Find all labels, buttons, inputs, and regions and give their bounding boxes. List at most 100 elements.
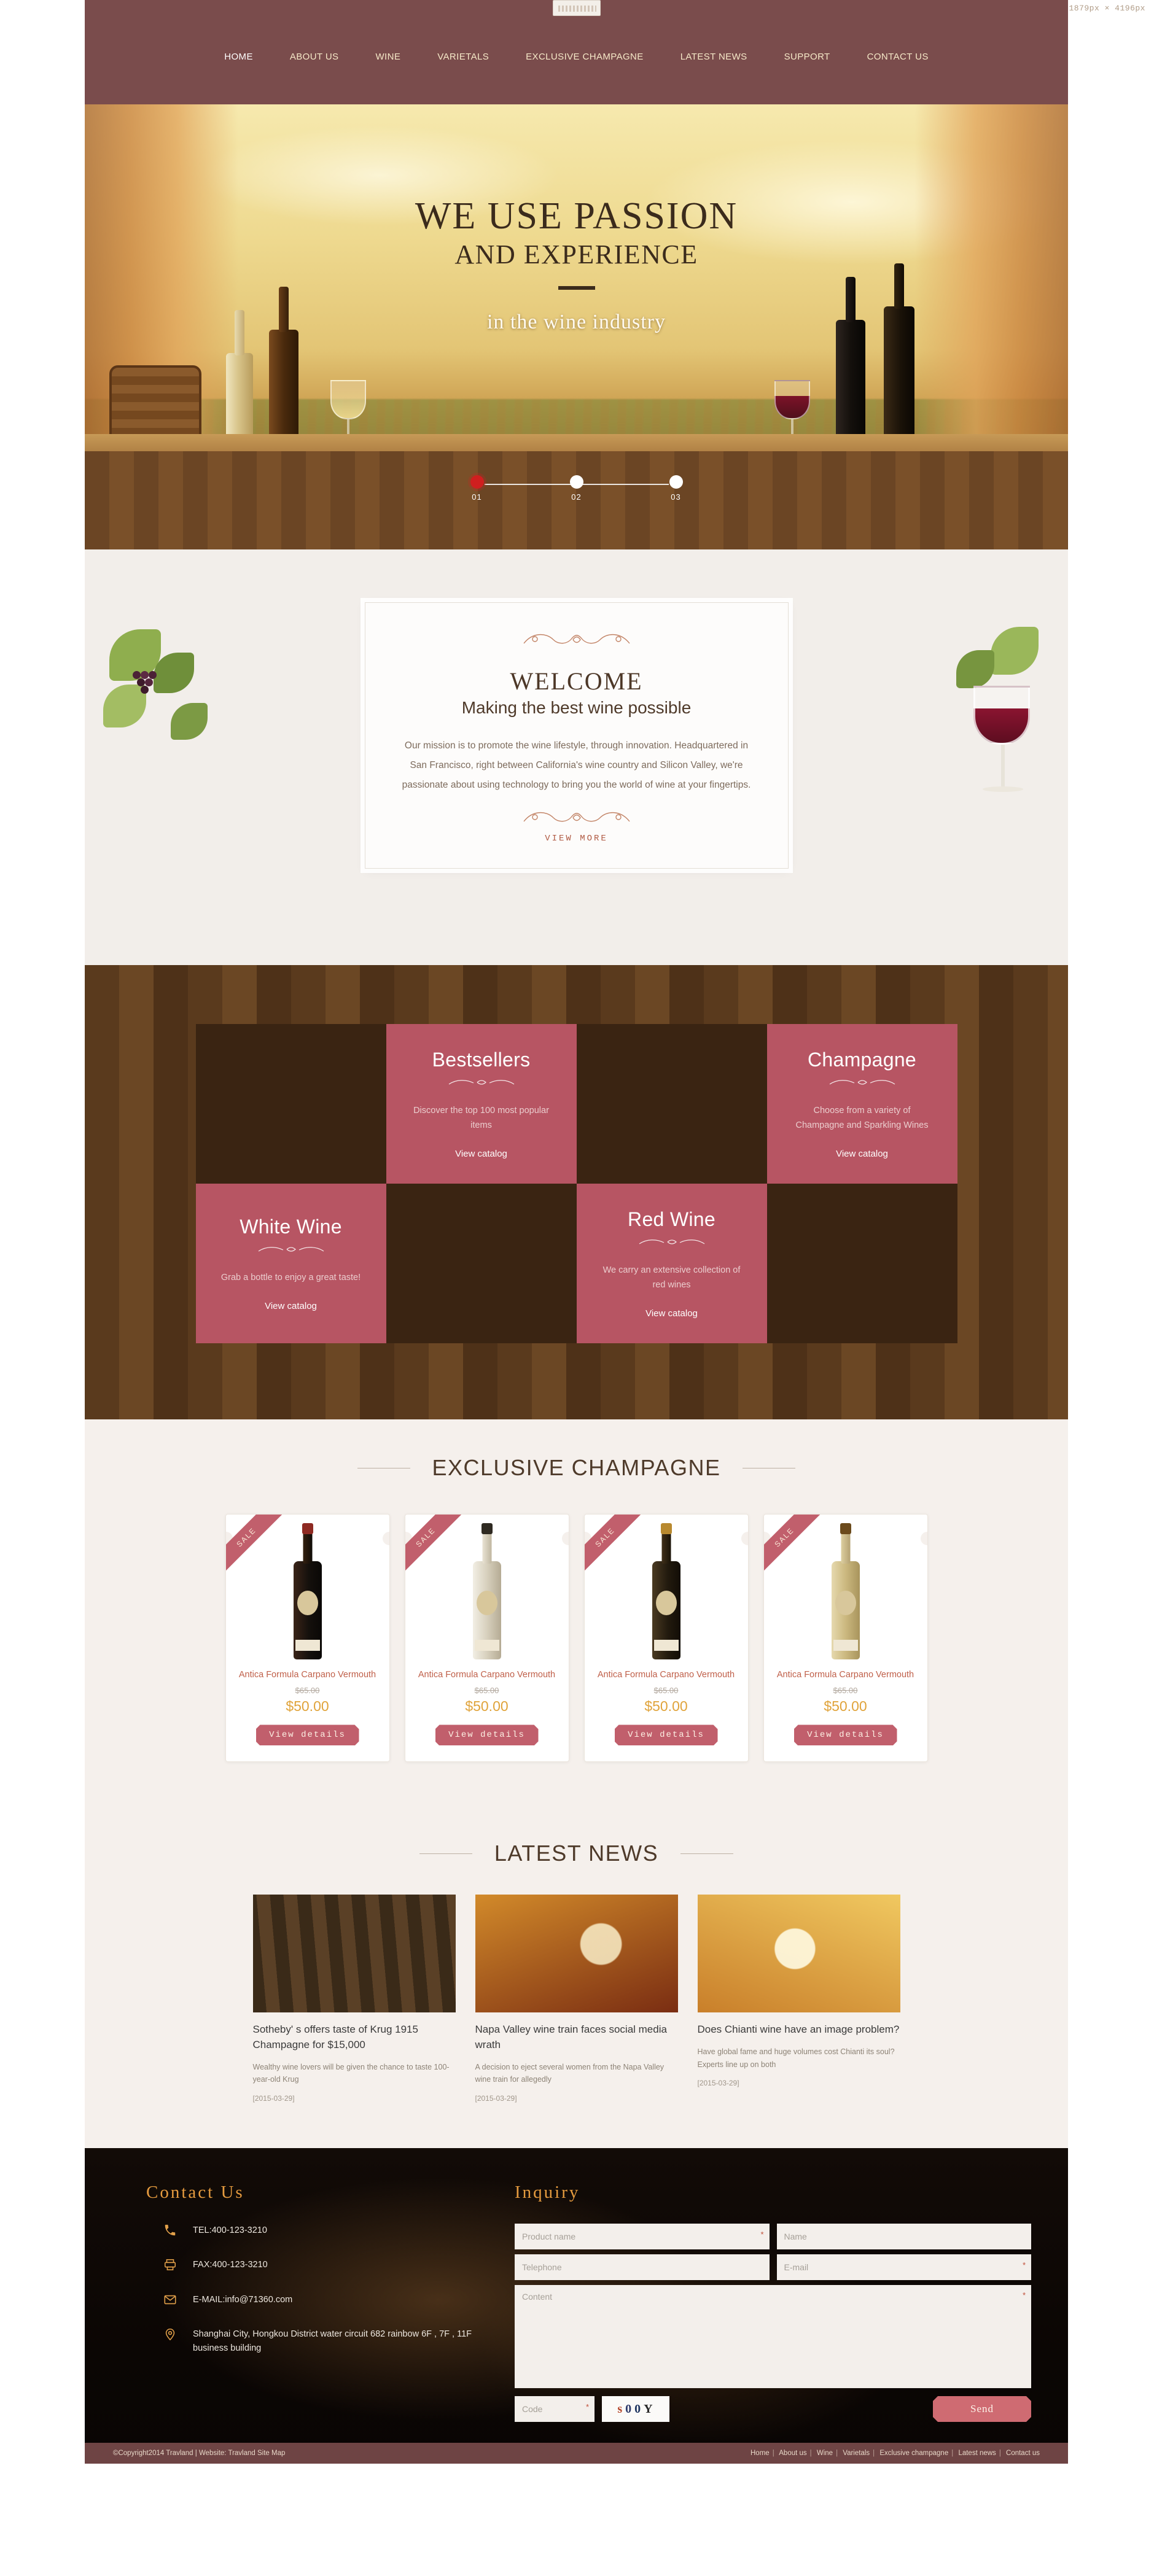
category-desc-champagne: Choose from a variety of Champagne and S…	[795, 1105, 929, 1130]
product-price: $50.00	[644, 1698, 688, 1715]
code-input[interactable]	[515, 2396, 595, 2422]
latest-news-header: LATEST NEWS	[85, 1805, 1068, 1866]
footer-bottom-bar: ©Copyright2014 Travland | Website: Travl…	[85, 2443, 1068, 2464]
product-card[interactable]: SALE Antica Formula Carpano Vermouth $65…	[763, 1514, 928, 1763]
tile-ornament-icon	[448, 1077, 515, 1090]
product-view-details-button[interactable]: View details	[794, 1724, 897, 1745]
category-link-white-wine[interactable]: View catalog	[265, 1301, 317, 1311]
nav-item-home[interactable]: HOME	[206, 48, 271, 66]
news-title[interactable]: Sotheby' s offers taste of Krug 1915 Cha…	[253, 2022, 456, 2052]
nav-item-varietals[interactable]: VARIETALS	[419, 48, 507, 66]
hero-headline-line2: AND EXPERIENCE	[454, 239, 698, 270]
product-card[interactable]: SALE Antica Formula Carpano Vermouth $65…	[225, 1514, 390, 1763]
name-input[interactable]	[776, 2224, 1031, 2249]
product-name-field-wrap: *	[515, 2224, 770, 2249]
footer-link-latest-news[interactable]: Latest news	[958, 2450, 996, 2457]
news-excerpt: Have global fame and huge volumes cost C…	[697, 2047, 895, 2069]
slider-dot-1[interactable]: 01	[470, 475, 484, 502]
slider-dot-2[interactable]: 02	[569, 475, 583, 502]
news-excerpt: Wealthy wine lovers will be given the ch…	[252, 2062, 450, 2084]
welcome-heading: WELCOME	[510, 667, 643, 695]
captcha-image[interactable]: s 0 0 Y	[602, 2396, 669, 2422]
ornament-top-icon	[400, 630, 754, 651]
news-date: [2015-03-29]	[475, 2094, 517, 2103]
footer-link-contact-us[interactable]: Contact us	[1006, 2450, 1040, 2457]
slider-dot-3[interactable]: 03	[669, 475, 683, 502]
telephone-input[interactable]	[515, 2254, 770, 2280]
product-view-details-button[interactable]: View details	[256, 1724, 359, 1745]
product-old-price: $65.00	[295, 1686, 320, 1696]
product-card[interactable]: SALE Antica Formula Carpano Vermouth $65…	[583, 1514, 749, 1763]
nav-item-about-us[interactable]: ABOUT US	[271, 48, 357, 66]
footer-link-varietals[interactable]: Varietals	[843, 2450, 870, 2457]
email-field-wrap: *	[776, 2254, 1031, 2280]
ornament-bottom-icon	[400, 808, 754, 829]
location-icon	[163, 2327, 177, 2341]
category-title-white-wine: White Wine	[240, 1215, 342, 1238]
hero-headline-line1: WE USE PASSION	[415, 195, 738, 237]
inquiry-title: Inquiry	[515, 2182, 580, 2202]
product-image	[596, 1523, 737, 1659]
product-card[interactable]: SALE Antica Formula Carpano Vermouth $65…	[404, 1514, 569, 1763]
news-title[interactable]: Napa Valley wine train faces social medi…	[475, 2022, 678, 2052]
inquiry-column: Inquiry *	[515, 2182, 1043, 2422]
slider-dot-label-2: 02	[571, 492, 582, 502]
news-card[interactable]: Does Chianti wine have an image problem?…	[697, 1895, 900, 2103]
product-name: Antica Formula Carpano Vermouth	[776, 1670, 914, 1680]
welcome-card: WELCOME Making the best wine possible Ou…	[364, 602, 789, 869]
site-logo[interactable]	[552, 0, 601, 16]
fax-icon	[163, 2258, 177, 2271]
captcha-char-3: 0	[634, 2402, 642, 2416]
category-tile-bestsellers[interactable]: Bestsellers Discover the top 100 most po…	[386, 1024, 577, 1184]
category-tile-white-wine[interactable]: White Wine Grab a bottle to enjoy a grea…	[195, 1184, 386, 1343]
product-old-price: $65.00	[833, 1686, 858, 1696]
news-card[interactable]: Sotheby' s offers taste of Krug 1915 Cha…	[252, 1895, 456, 2103]
category-title-champagne: Champagne	[807, 1048, 917, 1071]
captcha-char-2: 0	[625, 2402, 633, 2416]
product-price: $50.00	[286, 1698, 329, 1715]
code-field-wrap: *	[515, 2396, 595, 2422]
category-title-red-wine: Red Wine	[628, 1208, 715, 1230]
welcome-subheading: Making the best wine possible	[461, 698, 692, 717]
product-view-details-button[interactable]: View details	[615, 1724, 718, 1745]
nav-item-support[interactable]: SUPPORT	[766, 48, 849, 66]
nav-item-wine[interactable]: WINE	[357, 48, 419, 66]
footer-link-wine[interactable]: Wine	[817, 2450, 833, 2457]
tile-ornament-icon	[257, 1244, 325, 1257]
nav-item-latest-news[interactable]: LATEST NEWS	[662, 48, 766, 66]
news-title[interactable]: Does Chianti wine have an image problem?	[698, 2022, 900, 2038]
news-card[interactable]: Napa Valley wine train faces social medi…	[475, 1895, 678, 2103]
content-textarea[interactable]	[515, 2285, 1031, 2388]
footer-link-home[interactable]: Home	[750, 2450, 770, 2457]
category-link-red-wine[interactable]: View catalog	[645, 1308, 698, 1319]
latest-news-title: LATEST NEWS	[419, 1841, 734, 1866]
captcha-char-1: s	[617, 2402, 624, 2416]
news-thumbnail	[252, 1895, 456, 2013]
footer-link-about-us[interactable]: About us	[779, 2450, 806, 2457]
nav-item-contact-us[interactable]: CONTACT US	[849, 48, 947, 66]
site-container: HOME ABOUT US WINE VARIETALS EXCLUSIVE C…	[85, 0, 1068, 2464]
slider-dot-label-3: 03	[671, 492, 681, 502]
news-date: [2015-03-29]	[252, 2094, 295, 2103]
footer-link-exclusive-champagne[interactable]: Exclusive champagne	[879, 2450, 948, 2457]
hero-slider-pagination: 01 02 03	[85, 475, 1068, 502]
category-tile-champagne[interactable]: Champagne Choose from a variety of Champ…	[766, 1024, 957, 1184]
contact-fax-text: FAX:400-123-3210	[193, 2260, 268, 2270]
tile-ornament-icon	[638, 1237, 706, 1250]
welcome-view-more-link[interactable]: VIEW MORE	[545, 834, 608, 844]
category-link-champagne[interactable]: View catalog	[836, 1149, 888, 1159]
category-tile-red-wine[interactable]: Red Wine We carry an extensive collectio…	[576, 1184, 767, 1343]
product-name-input[interactable]	[515, 2224, 770, 2249]
category-link-bestsellers[interactable]: View catalog	[455, 1149, 507, 1159]
category-tiles-section: Bestsellers Discover the top 100 most po…	[85, 965, 1068, 1419]
product-name: Antica Formula Carpano Vermouth	[418, 1670, 556, 1680]
hero-divider	[558, 286, 595, 290]
name-field-wrap	[776, 2224, 1031, 2249]
category-grid: Bestsellers Discover the top 100 most po…	[195, 1024, 957, 1343]
send-button[interactable]: Send	[933, 2396, 1031, 2422]
grape-vine-decoration-left	[97, 617, 238, 820]
nav-item-exclusive-champagne[interactable]: EXCLUSIVE CHAMPAGNE	[507, 48, 662, 66]
red-wine-glass-decoration	[973, 686, 1032, 802]
product-view-details-button[interactable]: View details	[435, 1724, 539, 1745]
email-input[interactable]	[776, 2254, 1031, 2280]
